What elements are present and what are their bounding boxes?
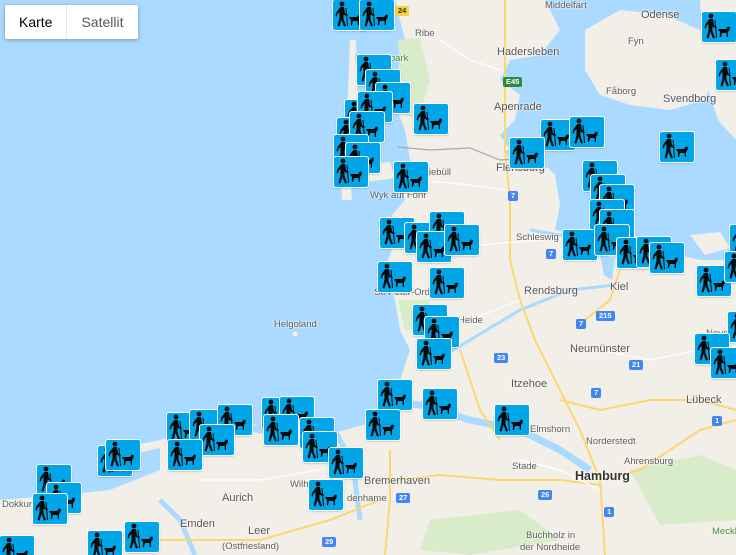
hiker-with-dog-marker[interactable] (728, 312, 736, 342)
road-shield: 7 (508, 191, 519, 201)
label-ribe: Ribe (415, 28, 435, 39)
hiker-with-dog-marker[interactable] (125, 522, 159, 552)
road-shield: 1 (712, 416, 723, 426)
label-aurich: Aurich (222, 492, 254, 504)
hiker-with-dog-marker[interactable] (563, 230, 597, 260)
hiker-with-dog-marker[interactable] (88, 531, 122, 555)
road-shield: 24 (395, 6, 410, 16)
hiker-with-dog-marker[interactable] (360, 0, 394, 30)
road-shield: 1 (604, 507, 615, 517)
hiker-with-dog-marker[interactable] (33, 494, 67, 524)
road-shield: 7 (576, 319, 587, 329)
label-rendsburg: Rendsburg (524, 285, 578, 297)
label-kiel: Kiel (610, 281, 629, 293)
road-shield: 21 (629, 360, 644, 370)
label-middelfart: Middelfart (545, 0, 587, 11)
road-shield: 29 (322, 537, 337, 547)
label-svendborg: Svendborg (663, 93, 717, 105)
label-buchholz: Buchholz in (526, 530, 576, 541)
road-shield: E45 (503, 77, 523, 87)
hiker-with-dog-marker[interactable] (106, 440, 140, 470)
hiker-with-dog-marker[interactable] (366, 410, 400, 440)
hiker-with-dog-marker[interactable] (417, 339, 451, 369)
hiker-with-dog-marker[interactable] (378, 380, 412, 410)
road-shield: 23 (494, 353, 509, 363)
label-elmshorn: Elmshorn (530, 424, 571, 435)
hiker-with-dog-marker[interactable] (430, 268, 464, 298)
map-type-control: Karte Satellit (5, 5, 138, 39)
label-fyn: Fyn (628, 36, 644, 47)
hiker-with-dog-marker[interactable] (378, 262, 412, 292)
label-schleswig: Schleswig (516, 232, 559, 243)
label-stade: Stade (512, 461, 537, 472)
hiker-with-dog-marker[interactable] (200, 425, 234, 455)
label-ahrensburg: Ahrensburg (624, 456, 674, 467)
hiker-with-dog-marker[interactable] (495, 405, 529, 435)
label-luebeck: Lübeck (686, 394, 722, 406)
label-haderslev: Hadersleben (497, 46, 560, 58)
hiker-with-dog-marker[interactable] (445, 225, 479, 255)
hiker-with-dog-marker[interactable] (309, 480, 343, 510)
label-odense: Odense (641, 9, 680, 21)
road-shield: 215 (596, 311, 615, 321)
hiker-with-dog-marker[interactable] (168, 440, 202, 470)
hiker-with-dog-marker[interactable] (0, 536, 34, 555)
map-type-satellite-button[interactable]: Satellit (67, 5, 137, 39)
label-bremerhaven: Bremerhaven (364, 475, 431, 487)
label-heide: Heide (458, 315, 483, 326)
label-cuxhaven-part: denhame (347, 493, 387, 504)
hiker-with-dog-marker[interactable] (570, 117, 604, 147)
label-helgoland: Helgoland (274, 319, 317, 330)
hiker-with-dog-marker[interactable] (414, 104, 448, 134)
label-ostfriesland: (Ostfriesland) (222, 541, 280, 552)
label-nordheide: der Nordheide (520, 542, 581, 553)
hiker-with-dog-marker[interactable] (264, 415, 298, 445)
hiker-with-dog-marker[interactable] (329, 448, 363, 478)
road-shield: 26 (538, 490, 553, 500)
land-fehmarn (690, 232, 730, 255)
label-neumuenster: Neumünster (570, 343, 630, 355)
label-hamburg: Hamburg (575, 469, 630, 483)
label-aabenraa: Apenrade (494, 101, 542, 113)
land-helgoland (292, 331, 298, 337)
label-meckl: Meckl (712, 526, 736, 537)
hiker-with-dog-marker[interactable] (334, 157, 368, 187)
hiker-with-dog-marker[interactable] (725, 252, 736, 282)
hiker-with-dog-marker[interactable] (650, 243, 684, 273)
hiker-with-dog-marker[interactable] (423, 389, 457, 419)
label-itzehoe: Itzehoe (511, 378, 548, 390)
hiker-with-dog-marker[interactable] (394, 162, 428, 192)
label-dokkum: Dokkum (2, 499, 37, 510)
hiker-with-dog-marker[interactable] (660, 132, 694, 162)
road-shield: 27 (396, 493, 411, 503)
road-shield: 7 (546, 249, 557, 259)
hiker-with-dog-marker[interactable] (510, 138, 544, 168)
label-faborg: Fåborg (606, 86, 637, 97)
label-leer: Leer (248, 525, 271, 537)
hiker-with-dog-marker[interactable] (711, 348, 736, 378)
map-canvas[interactable]: Middelfart Odense Ribe Fyn Hadersleben N… (0, 0, 736, 555)
label-emden: Emden (180, 518, 215, 530)
hiker-with-dog-marker[interactable] (730, 225, 736, 255)
label-wilhel-part: Wilh (290, 479, 309, 490)
map-type-map-button[interactable]: Karte (5, 5, 68, 39)
hiker-with-dog-marker[interactable] (716, 60, 736, 90)
road-shield: 7 (591, 388, 602, 398)
label-norderstedt: Norderstedt (586, 436, 636, 447)
hiker-with-dog-marker[interactable] (702, 12, 736, 42)
